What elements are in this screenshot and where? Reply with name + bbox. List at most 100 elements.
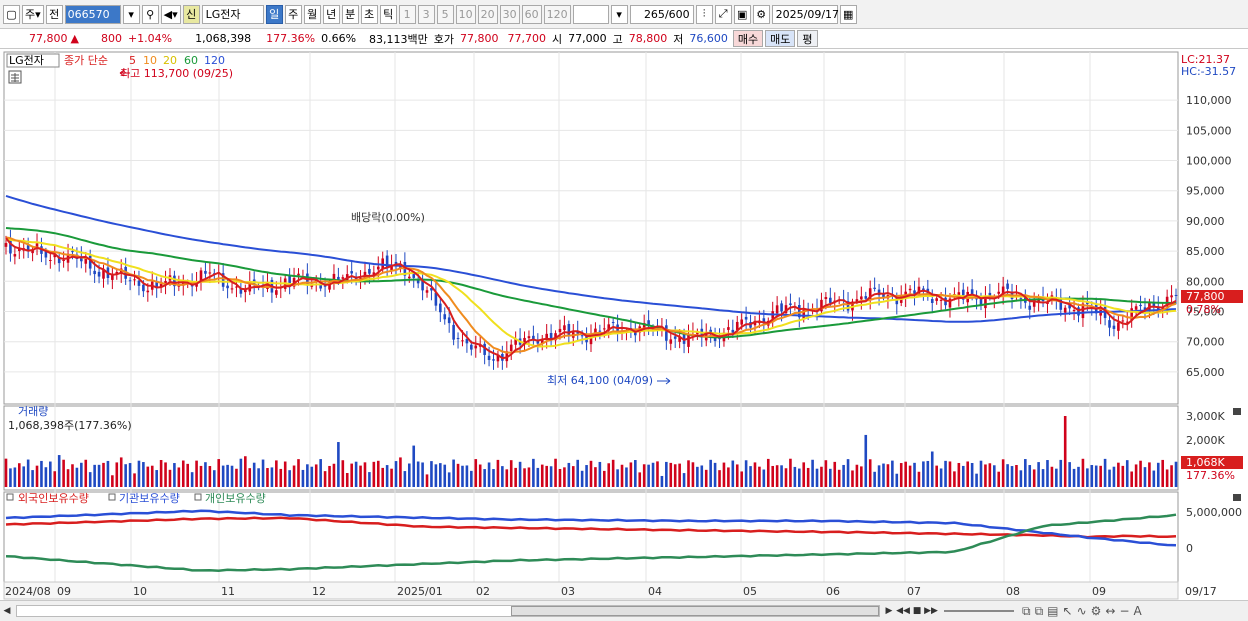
- prev-button[interactable]: 전: [45, 4, 63, 24]
- stock-name-field[interactable]: LG전자: [201, 4, 264, 24]
- volume-bar: [877, 465, 881, 487]
- volume-bar: [385, 465, 389, 487]
- settings-icon[interactable]: ⚙: [1089, 604, 1104, 618]
- interval-tick[interactable]: 틱: [379, 4, 397, 24]
- stock-chart[interactable]: 110,000 105,000 100,000 95,000 90,000 85,000 8…: [0, 50, 1248, 600]
- calendar-icon[interactable]: ▦: [839, 4, 857, 24]
- candle-body: [208, 272, 212, 274]
- volume-bar: [1090, 465, 1094, 487]
- candle-body: [939, 299, 943, 301]
- period-select[interactable]: 주 ▾: [22, 4, 44, 24]
- holding-panel-close-icon[interactable]: [1233, 494, 1241, 501]
- num-20[interactable]: 20: [477, 4, 498, 24]
- volume-bar: [642, 464, 646, 487]
- volume-bar: [84, 459, 88, 487]
- volume-bar: [904, 461, 907, 487]
- date-field[interactable]: 2025/09/17: [771, 4, 839, 24]
- volume-bar: [235, 468, 238, 487]
- volume-bar: [1143, 467, 1147, 487]
- rewind-icon[interactable]: ◀◀: [896, 604, 910, 618]
- volume-bar: [988, 463, 992, 487]
- foreign-legend: 외국인보유수량: [18, 492, 89, 505]
- custom-number-input[interactable]: [572, 4, 609, 24]
- crosshair-icon[interactable]: ⤢: [714, 4, 732, 24]
- candle-body: [1072, 310, 1076, 312]
- eval-button[interactable]: 평: [797, 30, 818, 47]
- volume-bar: [119, 457, 123, 487]
- volume-bar: [399, 457, 402, 487]
- zoom-slider[interactable]: [944, 610, 1014, 612]
- code-dropdown-icon[interactable]: ▾: [122, 4, 140, 24]
- number-dropdown-icon[interactable]: ▾: [610, 4, 628, 24]
- num-30[interactable]: 30: [499, 4, 520, 24]
- interval-second[interactable]: 초: [360, 4, 378, 24]
- foreign-legend-icon: [6, 493, 14, 501]
- volume-bar: [944, 460, 947, 487]
- copy-icon[interactable]: ⧉: [1033, 604, 1046, 619]
- speaker-icon[interactable]: ◀▾: [160, 4, 181, 24]
- volume-bar: [44, 467, 48, 487]
- volume-bar: [53, 471, 57, 487]
- scroll-track[interactable]: [16, 605, 880, 617]
- candle-icon[interactable]: ⫶: [695, 4, 713, 24]
- candle-body: [1006, 283, 1009, 289]
- sell-button[interactable]: 매도: [765, 30, 796, 47]
- current-price: 77,800: [29, 32, 68, 45]
- layout-icon[interactable]: ⧉: [1020, 604, 1033, 619]
- count-field[interactable]: 265/600: [629, 4, 694, 24]
- interval-month[interactable]: 월: [303, 4, 321, 24]
- buy-button[interactable]: 매수: [732, 30, 764, 47]
- volume-bar: [461, 465, 464, 487]
- num-120[interactable]: 120: [543, 4, 571, 24]
- volume-bar: [244, 456, 247, 487]
- volume-bar: [687, 460, 690, 487]
- shin-button[interactable]: 신: [182, 4, 200, 24]
- volume-bar: [279, 468, 283, 487]
- gear-icon[interactable]: ⚙: [752, 4, 770, 24]
- volume-panel-close-icon[interactable]: [1233, 408, 1241, 415]
- volume-bar: [332, 463, 336, 487]
- num-60[interactable]: 60: [521, 4, 542, 24]
- cursor-icon[interactable]: ↔: [1103, 604, 1117, 618]
- window-icon[interactable]: ▢: [3, 4, 20, 24]
- scroll-left-icon[interactable]: ◀: [0, 604, 14, 618]
- interval-year[interactable]: 년: [322, 4, 340, 24]
- volume-bar: [811, 459, 814, 487]
- candle-body: [474, 345, 478, 349]
- scroll-right-icon[interactable]: ▶: [882, 604, 896, 618]
- volume-bar: [115, 462, 119, 487]
- candle-body: [997, 291, 1001, 294]
- volume-bar: [1170, 465, 1173, 487]
- ma20-label: 20: [163, 54, 177, 67]
- scroll-thumb[interactable]: [511, 606, 879, 616]
- volume-bar: [381, 467, 385, 487]
- stop-icon[interactable]: ■: [910, 604, 924, 618]
- volume-bar: [93, 464, 96, 487]
- stock-code-input[interactable]: 066570: [64, 4, 121, 24]
- candle-body: [4, 243, 8, 247]
- volume-bar: [953, 471, 956, 487]
- volume-bar: [651, 462, 655, 487]
- grid-icon[interactable]: ▤: [1045, 604, 1060, 618]
- num-10[interactable]: 10: [455, 4, 476, 24]
- interval-week[interactable]: 주: [284, 4, 302, 24]
- save-icon[interactable]: ▣: [733, 4, 751, 24]
- num-5[interactable]: 5: [436, 4, 454, 24]
- draw-icon[interactable]: ↖: [1061, 604, 1075, 618]
- zoom-out-icon[interactable]: −: [1117, 604, 1131, 618]
- volume-bar: [1112, 466, 1116, 487]
- volume-bar: [744, 460, 748, 487]
- candle-body: [376, 266, 380, 270]
- chart-scrollbar[interactable]: ◀ ▶ ◀◀ ■ ▶▶ ⧉ ⧉ ▤ ↖ ∿ ⚙ ↔ − A: [0, 600, 1248, 621]
- candle-body: [142, 284, 145, 292]
- num-1[interactable]: 1: [398, 4, 416, 24]
- font-icon[interactable]: A: [1132, 604, 1144, 618]
- volume-bar: [1063, 416, 1067, 487]
- interval-day[interactable]: 일: [265, 4, 283, 24]
- candle-body: [594, 328, 597, 333]
- trend-icon[interactable]: ∿: [1075, 604, 1089, 618]
- num-3[interactable]: 3: [417, 4, 435, 24]
- search-icon[interactable]: ⚲: [141, 4, 159, 24]
- interval-minute[interactable]: 분: [341, 4, 359, 24]
- forward-icon[interactable]: ▶▶: [924, 604, 938, 618]
